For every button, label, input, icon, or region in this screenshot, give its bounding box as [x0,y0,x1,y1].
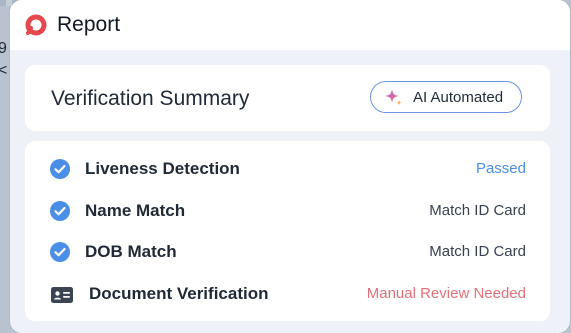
check-row-name-match: Name Match Match ID Card [25,196,550,226]
check-label: Liveness Detection [85,159,240,178]
ai-automated-badge[interactable]: AI Automated [370,81,522,113]
id-card-icon [51,287,73,303]
check-status: Match ID Card [429,243,526,260]
panel-header: Report [10,0,570,50]
check-circle-icon [50,159,70,179]
sparkle-icon [385,89,402,106]
check-status: Match ID Card [429,202,526,219]
brand-logo-icon [25,14,47,36]
page-title: Report [57,13,121,36]
backdrop-line-1: 9 [0,40,7,57]
check-row-dob-match: DOB Match Match ID Card [25,237,550,267]
backdrop-line-2: < [0,62,8,79]
check-row-liveness: Liveness Detection Passed [25,154,550,184]
check-status: Manual Review Needed [366,285,526,302]
check-label: DOB Match [85,242,177,261]
check-circle-icon [50,242,70,262]
summary-title: Verification Summary [51,87,250,110]
check-row-document: Document Verification Manual Review Need… [25,279,550,309]
checks-card: Liveness Detection Passed Name Match Mat… [25,141,550,321]
check-label: Document Verification [89,284,269,303]
check-circle-icon [50,201,70,221]
check-label: Name Match [85,201,186,220]
verification-summary-card: Verification Summary AI Automated [25,65,550,131]
check-status: Passed [475,160,526,177]
ai-badge-label: AI Automated [413,88,504,106]
report-panel: Report Verification Summary AI Automated [10,0,570,333]
backdrop-text: 9 < [0,38,7,82]
